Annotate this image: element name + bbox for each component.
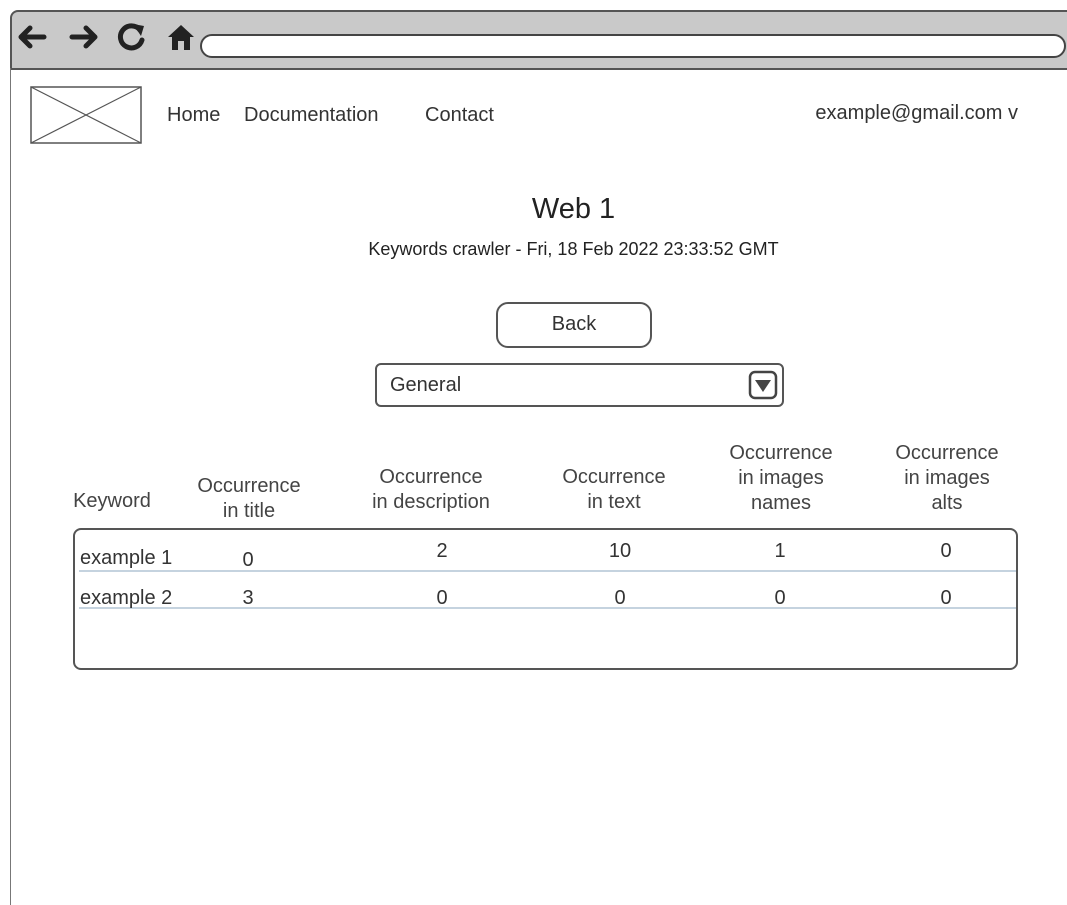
user-account-menu[interactable]: example@gmail.com v	[815, 101, 1018, 125]
table-row-1-text: 10	[608, 540, 632, 562]
dropdown-arrow-icon[interactable]	[748, 370, 778, 400]
table-row-2-images-names: 0	[774, 587, 786, 609]
page-root: Home Documentation Contact example@gmail…	[0, 0, 1067, 905]
back-arrow-icon[interactable]	[14, 20, 48, 54]
page-subtitle: Keywords crawler - Fri, 18 Feb 2022 23:3…	[368, 239, 779, 259]
table-row-1-keyword: example 1	[80, 547, 173, 569]
address-bar[interactable]	[200, 34, 1066, 58]
col-header-keyword: Keyword	[73, 490, 151, 512]
table-row-2-images-alts: 0	[940, 587, 952, 609]
table-row-1-description: 2	[436, 540, 448, 562]
col-header-text: Occurrence in text	[562, 466, 666, 513]
page-title: Web 1	[531, 193, 616, 225]
table-row-2-title: 3	[242, 587, 254, 609]
home-icon[interactable]	[164, 20, 198, 54]
table-row-1-images-names: 1	[774, 540, 786, 562]
table-row-2-keyword: example 2	[80, 587, 173, 609]
col-header-images-names: Occurrence in images names	[729, 442, 833, 514]
table-row-1-title: 0	[242, 549, 254, 571]
category-select[interactable]: General	[375, 363, 784, 407]
reload-icon[interactable]	[114, 20, 148, 54]
table-row-2-description: 0	[436, 587, 448, 609]
results-table	[73, 528, 1018, 670]
table-row-1-images-alts: 0	[940, 540, 952, 562]
back-button[interactable]: Back	[496, 302, 652, 348]
col-header-images-alts: Occurrence in images alts	[895, 442, 999, 514]
table-row-2-text: 0	[614, 587, 626, 609]
col-header-title: Occurrence in title	[197, 475, 301, 522]
nav-home-link[interactable]: Home	[167, 103, 220, 127]
nav-documentation-link[interactable]: Documentation	[244, 103, 379, 127]
col-header-description: Occurrence in description	[372, 466, 490, 513]
forward-arrow-icon[interactable]	[68, 20, 102, 54]
nav-contact-link[interactable]: Contact	[425, 103, 494, 127]
category-select-value: General	[390, 374, 462, 396]
logo-placeholder-icon[interactable]	[30, 86, 142, 144]
